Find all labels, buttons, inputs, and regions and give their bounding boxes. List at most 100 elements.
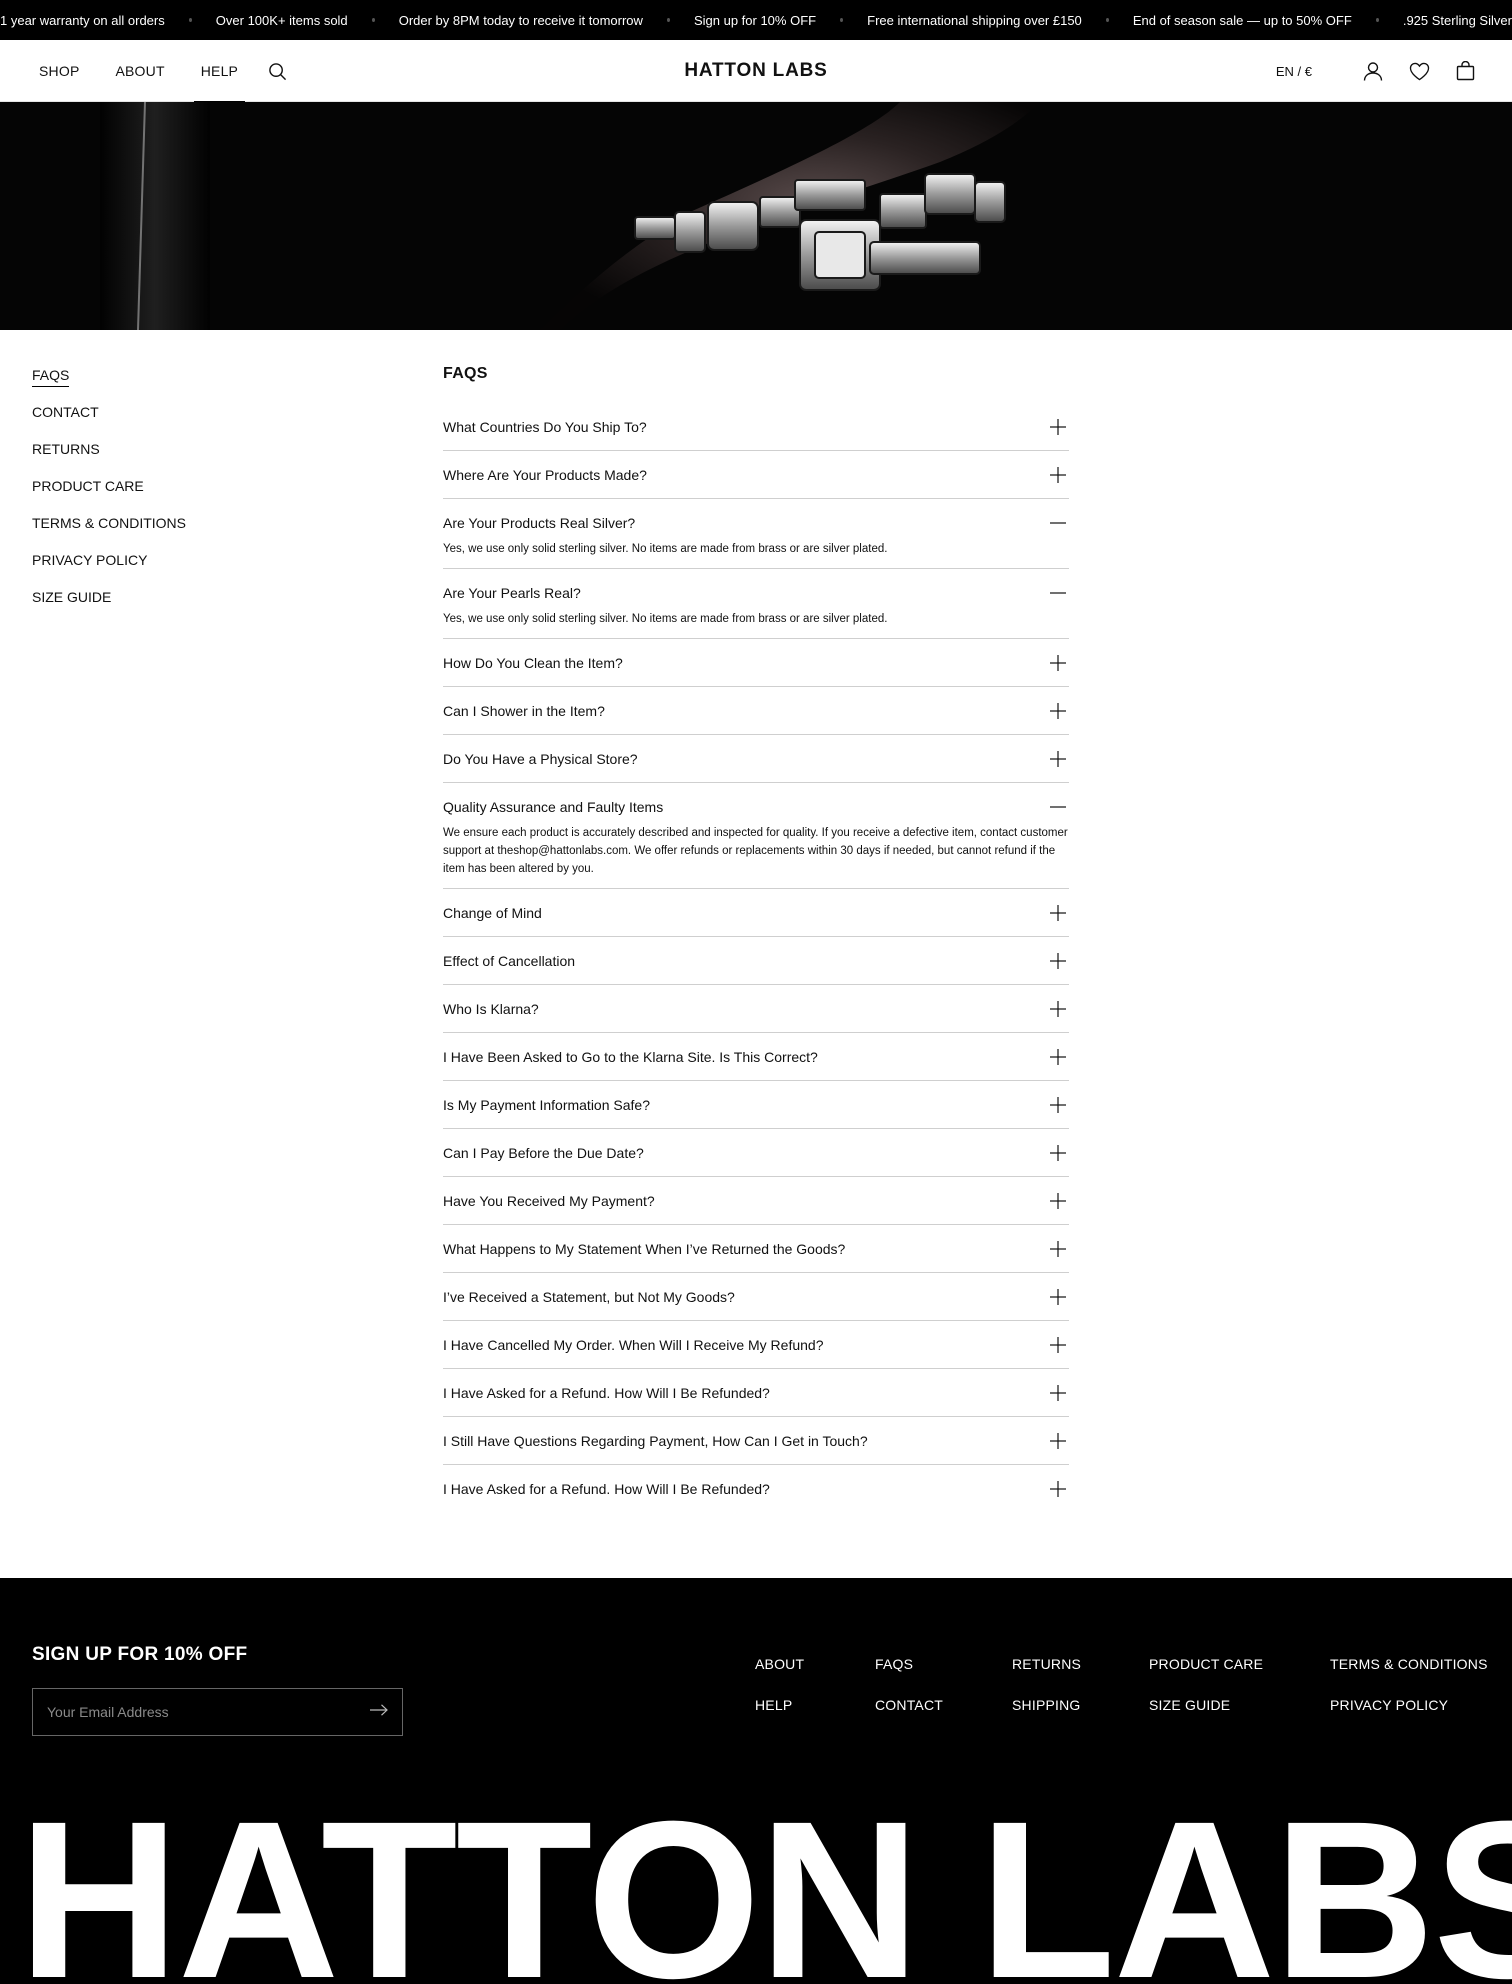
faq-item: Have You Received My Payment? (443, 1177, 1069, 1225)
faq-item: I Have Asked for a Refund. How Will I Be… (443, 1369, 1069, 1417)
plus-icon[interactable] (1049, 904, 1067, 922)
footer-col-1: ABOUT HELP (755, 1656, 804, 1738)
hero-banner (0, 102, 1512, 330)
footer-link-size-guide[interactable]: SIZE GUIDE (1149, 1697, 1263, 1738)
faq-question: Is My Payment Information Safe? (443, 1096, 650, 1113)
sidebar-item-privacy[interactable]: PRIVACY POLICY (32, 551, 186, 588)
nav-about[interactable]: ABOUT (115, 40, 164, 102)
plus-icon[interactable] (1049, 1288, 1067, 1306)
plus-icon[interactable] (1049, 1096, 1067, 1114)
footer-link-terms[interactable]: TERMS & CONDITIONS (1330, 1656, 1488, 1697)
nav-help[interactable]: HELP (193, 40, 246, 103)
faq-question-toggle[interactable]: Do You Have a Physical Store? (443, 735, 1069, 782)
email-field[interactable] (47, 1704, 347, 1720)
plus-icon[interactable] (1049, 1480, 1067, 1498)
account-icon[interactable] (1362, 60, 1384, 82)
faq-question-toggle[interactable]: Is My Payment Information Safe? (443, 1081, 1069, 1128)
site-logo[interactable]: HATTON LABS (684, 40, 827, 102)
faq-accordion: What Countries Do You Ship To? Where Are … (443, 403, 1069, 1512)
faq-question-toggle[interactable]: I Have Cancelled My Order. When Will I R… (443, 1321, 1069, 1368)
plus-icon[interactable] (1049, 1000, 1067, 1018)
faq-item: I’ve Received a Statement, but Not My Go… (443, 1273, 1069, 1321)
footer-col-3: RETURNS SHIPPING (1012, 1656, 1081, 1738)
faq-question-toggle[interactable]: I Have Asked for a Refund. How Will I Be… (443, 1465, 1069, 1512)
sidebar-item-label: CONTACT (32, 404, 99, 420)
footer-link-returns[interactable]: RETURNS (1012, 1656, 1081, 1697)
arrow-right-icon[interactable] (370, 1703, 388, 1721)
faq-question-toggle[interactable]: I Have Been Asked to Go to the Klarna Si… (443, 1033, 1069, 1080)
announcement-bar: 1 year warranty on all orders Over 100K+ … (0, 0, 1512, 40)
sidebar-item-contact[interactable]: CONTACT (32, 403, 186, 440)
faq-question: Are Your Pearls Real? (443, 584, 581, 601)
faq-question-toggle[interactable]: What Countries Do You Ship To? (443, 403, 1069, 450)
faq-question-toggle[interactable]: I Still Have Questions Regarding Payment… (443, 1417, 1069, 1464)
plus-icon[interactable] (1049, 654, 1067, 672)
footer-col-2: FAQS CONTACT (875, 1656, 943, 1738)
separator-dot (1105, 18, 1109, 22)
plus-icon[interactable] (1049, 418, 1067, 436)
faq-question-toggle[interactable]: Are Your Pearls Real? (443, 569, 1069, 616)
footer-link-privacy[interactable]: PRIVACY POLICY (1330, 1697, 1488, 1738)
faq-section: FAQS What Countries Do You Ship To? Where… (443, 364, 1069, 1512)
bag-icon[interactable] (1454, 60, 1476, 82)
minus-icon[interactable] (1049, 584, 1067, 602)
faq-question-toggle[interactable]: Can I Pay Before the Due Date? (443, 1129, 1069, 1176)
faq-question-toggle[interactable]: How Do You Clean the Item? (443, 639, 1069, 686)
plus-icon[interactable] (1049, 750, 1067, 768)
footer-wordmark: HATTON LABS (18, 1775, 1512, 1984)
plus-icon[interactable] (1049, 1384, 1067, 1402)
faq-question-toggle[interactable]: Quality Assurance and Faulty Items (443, 783, 1069, 830)
footer-link-faqs[interactable]: FAQS (875, 1656, 943, 1697)
faq-question: I Have Cancelled My Order. When Will I R… (443, 1336, 824, 1353)
footer-link-about[interactable]: ABOUT (755, 1656, 804, 1697)
nav-shop[interactable]: SHOP (39, 40, 79, 102)
search-icon[interactable] (268, 61, 288, 81)
faq-question-toggle[interactable]: Can I Shower in the Item? (443, 687, 1069, 734)
sidebar-item-returns[interactable]: RETURNS (32, 440, 186, 477)
faq-question: How Do You Clean the Item? (443, 654, 623, 671)
site-footer: SIGN UP FOR 10% OFF ABOUT HELP FAQS CONT… (0, 1578, 1512, 1984)
plus-icon[interactable] (1049, 1240, 1067, 1258)
minus-icon[interactable] (1049, 798, 1067, 816)
faq-question-toggle[interactable]: Where Are Your Products Made? (443, 451, 1069, 498)
faq-question-toggle[interactable]: Are Your Products Real Silver? (443, 499, 1069, 546)
faq-question-toggle[interactable]: I’ve Received a Statement, but Not My Go… (443, 1273, 1069, 1320)
plus-icon[interactable] (1049, 466, 1067, 484)
sidebar-item-terms[interactable]: TERMS & CONDITIONS (32, 514, 186, 551)
plus-icon[interactable] (1049, 1192, 1067, 1210)
faq-question-toggle[interactable]: Have You Received My Payment? (443, 1177, 1069, 1224)
plus-icon[interactable] (1049, 952, 1067, 970)
plus-icon[interactable] (1049, 1144, 1067, 1162)
plus-icon[interactable] (1049, 1048, 1067, 1066)
faq-question-toggle[interactable]: I Have Asked for a Refund. How Will I Be… (443, 1369, 1069, 1416)
faq-question-toggle[interactable]: Who Is Klarna? (443, 985, 1069, 1032)
language-currency-selector[interactable]: EN / € (1276, 64, 1312, 79)
faq-question-toggle[interactable]: Effect of Cancellation (443, 937, 1069, 984)
faq-question: Where Are Your Products Made? (443, 466, 647, 483)
faq-question: I’ve Received a Statement, but Not My Go… (443, 1288, 735, 1305)
footer-col-5: TERMS & CONDITIONS PRIVACY POLICY (1330, 1656, 1488, 1738)
footer-link-shipping[interactable]: SHIPPING (1012, 1697, 1081, 1738)
faq-question-toggle[interactable]: What Happens to My Statement When I’ve R… (443, 1225, 1069, 1272)
page-title: FAQS (443, 365, 488, 382)
wishlist-icon[interactable] (1408, 60, 1430, 82)
plus-icon[interactable] (1049, 1336, 1067, 1354)
sidebar-item-faqs[interactable]: FAQS (32, 366, 186, 403)
plus-icon[interactable] (1049, 702, 1067, 720)
faq-item: I Have Asked for a Refund. How Will I Be… (443, 1465, 1069, 1512)
separator-dot (666, 18, 670, 22)
minus-icon[interactable] (1049, 514, 1067, 532)
footer-link-help[interactable]: HELP (755, 1697, 804, 1738)
faq-question-toggle[interactable]: Change of Mind (443, 889, 1069, 936)
faq-question: I Still Have Questions Regarding Payment… (443, 1432, 868, 1449)
footer-col-4: PRODUCT CARE SIZE GUIDE (1149, 1656, 1263, 1738)
announcement-message: Order by 8PM today to receive it tomorro… (398, 12, 643, 28)
sidebar-item-product-care[interactable]: PRODUCT CARE (32, 477, 186, 514)
plus-icon[interactable] (1049, 1432, 1067, 1450)
sidebar-item-size-guide[interactable]: SIZE GUIDE (32, 588, 186, 625)
footer-link-contact[interactable]: CONTACT (875, 1697, 943, 1738)
sidebar-item-label: TERMS & CONDITIONS (32, 515, 187, 531)
faq-question: Have You Received My Payment? (443, 1192, 655, 1209)
bracelet-image (0, 102, 1512, 330)
footer-link-product-care[interactable]: PRODUCT CARE (1149, 1656, 1263, 1697)
